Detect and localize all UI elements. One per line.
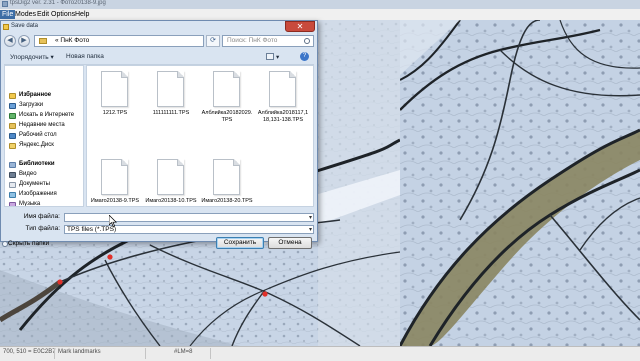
status-divider [145,348,146,359]
navigation-pane[interactable]: Избранное Загрузки Искать в Интернете Не… [4,65,84,207]
navigation-row: ◀ ▶ « ПнК Фото ⟳ Поиск: ПнК Фото [4,35,314,49]
nav-item-documents[interactable]: Документы [19,181,50,187]
close-button[interactable]: ✕ [285,21,315,32]
file-name: Алблийка20182029.TPS [201,110,253,123]
file-icon [269,71,296,107]
filename-dropdown-arrow[interactable]: ▾ [309,214,312,222]
help-icon[interactable]: ? [300,52,309,61]
status-divider [210,348,211,359]
save-button[interactable]: Сохранить [216,237,264,249]
file-item[interactable]: 1212.TPS [89,68,141,134]
dialog-title: Save data [11,23,39,29]
app-icon [2,1,8,7]
file-name: Алблийка2018117,118,131-138.TPS [257,110,309,123]
mouse-cursor-icon [109,215,117,227]
file-icon [213,71,240,107]
status-coords: 700, 510 = E0C2B7 [3,349,56,355]
status-mode: Mark landmarks [58,349,101,355]
recent-places-icon [9,123,16,129]
view-options-icon[interactable] [266,53,274,60]
address-bar[interactable]: « ПнК Фото [34,35,204,47]
wing-image-right[interactable] [400,20,640,346]
status-landmark-count: #LM=8 [174,349,193,355]
file-name: Имаго20138-20.TPS [201,198,253,204]
filetype-value: TPS files (*.TPS) [67,226,117,233]
menu-help[interactable]: Help [73,10,91,19]
file-icon [101,159,128,195]
status-bar: 700, 510 = E0C2B7 Mark landmarks #LM=8 [0,346,640,361]
nav-item-recent-places[interactable]: Недавние места [19,122,65,128]
file-item[interactable]: Алблийка2018117,118,131-138.TPS [257,68,309,134]
file-list-pane[interactable]: 1212.TPS 111111111.TPS Алблийка20182029.… [86,65,314,207]
organize-menu[interactable]: Упорядочить ▾ [10,53,54,61]
pictures-icon [9,192,16,198]
nav-item-desktop[interactable]: Рабочий стол [19,132,57,138]
filetype-label: Тип файла: [25,225,60,232]
dialog-toolbar: Упорядочить ▾ Новая папка ▾ ? [4,51,314,65]
documents-icon [9,182,16,188]
folder-icon [39,38,47,44]
file-icon [101,71,128,107]
forward-arrow-icon[interactable]: ▶ [18,35,30,47]
file-item[interactable]: Имаго20138-10.TPS [145,156,197,206]
app-title: tpsDig2 ver. 2.31 - Фото20138-9.jpg [10,0,106,6]
file-item[interactable]: 111111111.TPS [145,68,197,134]
nav-item-yandex-disk[interactable]: Яндекс.Диск [19,142,54,148]
app-title-bar: tpsDig2 ver. 2.31 - Фото20138-9.jpg [0,0,640,9]
nav-item-video[interactable]: Видео [19,171,37,177]
desktop-icon [9,133,16,139]
nav-item-internet-search[interactable]: Искать в Интернете [19,112,74,118]
status-divider [54,348,55,359]
refresh-icon[interactable]: ⟳ [206,35,220,47]
wing-image-right-graphic [400,20,640,346]
nav-item-pictures[interactable]: Изображения [19,191,57,197]
address-path: « ПнК Фото [55,37,90,44]
cancel-button[interactable]: Отмена [268,237,312,249]
filename-input[interactable]: ▾ [64,213,314,222]
yandex-disk-icon [9,143,16,149]
downloads-icon [9,103,16,109]
back-arrow-icon[interactable]: ◀ [4,35,16,47]
favorites-header[interactable]: Избранное [19,92,51,98]
nav-item-music[interactable]: Музыка [19,201,40,206]
video-icon [9,172,16,178]
file-icon [157,159,184,195]
file-item[interactable]: Алблийка20182029.TPS [201,68,253,134]
file-name: 1212.TPS [102,110,128,116]
file-item[interactable]: Имаго20138-9.TPS [89,156,141,206]
new-folder-button[interactable]: Новая папка [66,53,104,60]
file-name: Имаго20138-10.TPS [145,198,197,204]
file-icon [157,71,184,107]
favorites-icon [9,93,16,99]
music-icon [9,202,16,206]
search-icon [304,38,310,44]
search-placeholder: Поиск: ПнК Фото [227,37,278,44]
filetype-select[interactable]: TPS files (*.TPS) ▾ [64,225,314,234]
save-data-dialog: Save data ✕ ◀ ▶ « ПнК Фото ⟳ Поиск: ПнК … [0,20,318,249]
nav-item-downloads[interactable]: Загрузки [19,102,43,108]
dialog-icon [3,24,9,30]
file-name: Имаго20138-9.TPS [90,198,140,204]
file-icon [213,159,240,195]
hide-folders-toggle[interactable]: Скрыть папки [8,240,49,247]
libraries-header[interactable]: Библиотеки [19,161,55,167]
web-search-icon [9,113,16,119]
libraries-icon [9,162,16,168]
view-dropdown-arrow[interactable]: ▾ [276,53,279,61]
filetype-dropdown-arrow[interactable]: ▾ [309,226,312,234]
filename-label: Имя файла: [23,213,60,220]
filename-fields: Имя файла: ▾ Тип файла: TPS files (*.TPS… [4,209,314,237]
file-item[interactable]: Имаго20138-20.TPS [201,156,253,206]
search-input[interactable]: Поиск: ПнК Фото [222,35,314,47]
file-name: 111111111.TPS [152,110,190,116]
dialog-title-bar[interactable]: Save data ✕ [1,21,317,33]
